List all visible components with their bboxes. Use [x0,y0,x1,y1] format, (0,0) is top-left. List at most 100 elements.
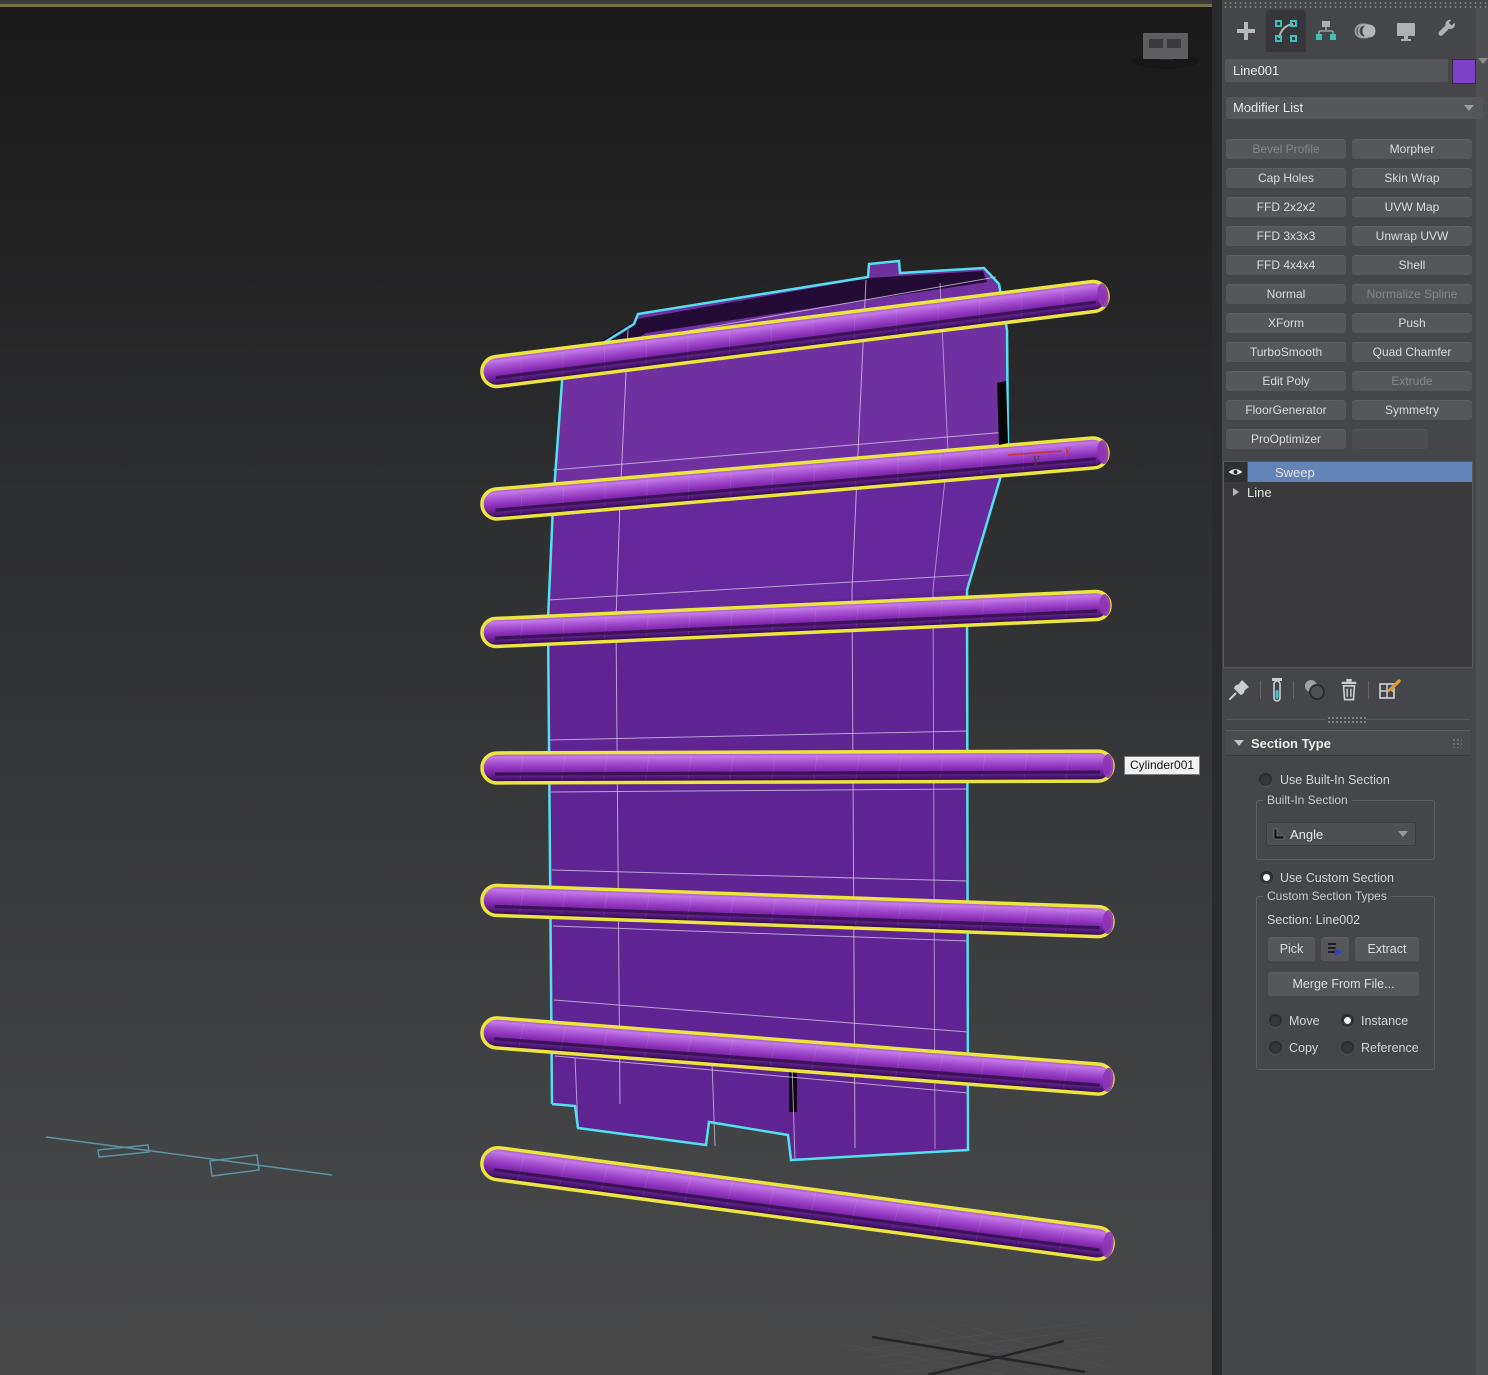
show-end-result-icon [1269,677,1285,703]
radio-instance-label: Instance [1361,1014,1408,1028]
motion-icon [1353,19,1379,43]
modifier-list-label: Modifier List [1233,100,1303,115]
modifier-button-morpher[interactable]: Morpher [1352,139,1472,159]
builtin-section-group-label: Built-In Section [1263,793,1352,807]
toolbar-separator [1293,681,1294,699]
tab-motion[interactable] [1346,10,1386,52]
modifier-button-push[interactable]: Push [1352,313,1472,333]
cylinder-rail-4[interactable] [482,751,1114,783]
toolbar-separator [1368,681,1369,699]
tab-modify[interactable] [1266,10,1306,52]
pick-shape-list-button[interactable] [1321,937,1349,961]
rollout-section-type-header[interactable]: Section Type [1226,730,1470,756]
modifier-button-xform[interactable]: XForm [1226,313,1346,333]
modifier-button-normalize-spline[interactable]: Normalize Spline [1352,284,1472,304]
object-color-swatch[interactable] [1452,59,1476,84]
panel-scroll-arrow-icon[interactable] [1478,58,1488,64]
modifier-button-shell[interactable]: Shell [1352,255,1472,275]
modifier-button-quad-chamfer[interactable]: Quad Chamfer [1352,342,1472,362]
modifier-button-ffd-3x3x3[interactable]: FFD 3x3x3 [1226,226,1346,246]
modifier-button-bevel-profile[interactable]: Bevel Profile [1226,139,1346,159]
merge-from-file-button[interactable]: Merge From File... [1268,972,1419,996]
utilities-wrench-icon [1434,19,1458,43]
floor-grid [843,1322,1110,1375]
tab-utilities[interactable] [1426,10,1466,52]
hierarchy-icon [1314,19,1338,43]
modify-icon [1274,19,1298,43]
viewport-canvas[interactable]: X Y [0,0,1212,1375]
modifier-button-edit-poly[interactable]: Edit Poly [1226,371,1346,391]
stack-item-line[interactable]: Line [1224,482,1472,502]
viewport[interactable]: X Y Cylinder001 [0,0,1212,1375]
modifier-button-unwrap-uvw[interactable]: Unwrap UVW [1352,226,1472,246]
modifier-button-symmetry[interactable]: Symmetry [1352,400,1472,420]
modifier-button-cap-holes[interactable]: Cap Holes [1226,168,1346,188]
modifier-button-extrude[interactable]: Extrude [1352,371,1472,391]
pin-stack-icon [1228,677,1252,703]
stack-item-label: Line [1239,485,1272,500]
angle-profile-icon [1272,827,1286,841]
radio-copy[interactable] [1269,1041,1282,1054]
modifier-button-floorgenerator[interactable]: FloorGenerator [1226,400,1346,420]
make-unique-button[interactable] [1302,677,1328,703]
show-end-result-button[interactable] [1269,677,1285,703]
scene-prop-monitor[interactable] [1133,33,1199,69]
pin-stack-button[interactable] [1228,677,1252,703]
radio-use-custom-section[interactable] [1260,871,1273,884]
modifier-button-uvw-map[interactable]: UVW Map [1352,197,1472,217]
toolbar-separator [1260,681,1261,699]
rollout-drag-separator[interactable] [1226,714,1470,724]
active-viewport-border [0,4,1212,7]
chevron-down-icon [1398,831,1408,837]
tab-display[interactable] [1386,10,1426,52]
modifier-button-ffd-4x4x4[interactable]: FFD 4x4x4 [1226,255,1346,275]
radio-use-custom-label: Use Custom Section [1280,871,1394,885]
custom-section-group-label: Custom Section Types [1263,889,1391,903]
configure-modifier-sets-button[interactable] [1377,677,1403,703]
create-plus-icon [1234,19,1258,43]
builtin-section-group: Built-In Section Angle [1256,800,1435,860]
builtin-section-dropdown[interactable]: Angle [1266,822,1416,846]
panel-grip-handle[interactable] [1222,0,1488,8]
tab-hierarchy[interactable] [1306,10,1346,52]
visibility-toggle[interactable] [1224,462,1248,482]
radio-use-builtin-section[interactable] [1259,773,1272,786]
stack-toolbar [1228,674,1403,706]
axis-x-label: X [1062,444,1072,459]
selected-object-sheet[interactable] [546,261,1008,1160]
stack-item-sweep[interactable]: Sweep [1224,462,1472,482]
modifier-button-skin-wrap[interactable]: Skin Wrap [1352,168,1472,188]
radio-move-label: Move [1289,1014,1320,1028]
radio-reference[interactable] [1341,1041,1354,1054]
modifier-stack: Sweep Line [1223,461,1473,668]
modifier-button-prooptimizer[interactable]: ProOptimizer [1226,429,1346,449]
radio-instance[interactable] [1341,1014,1354,1027]
tab-create[interactable] [1226,10,1266,52]
modifier-button-ffd-2x2x2[interactable]: FFD 2x2x2 [1226,197,1346,217]
configure-modifier-sets-icon [1377,677,1403,703]
spline-shapes[interactable] [46,1137,332,1176]
section-source-label: Section: Line002 [1267,913,1360,927]
make-unique-icon [1302,677,1328,703]
rollout-title: Section Type [1251,736,1331,751]
stack-item-label: Sweep [1248,465,1315,480]
panel-divider[interactable] [1212,0,1222,1375]
modifier-button-turbosmooth[interactable]: TurboSmooth [1226,342,1346,362]
command-panel: Line001 Modifier List Bevel Profile Morph… [1222,0,1488,1375]
radio-copy-label: Copy [1289,1041,1318,1055]
object-name-input[interactable]: Line001 [1225,59,1448,82]
panel-scrollbar[interactable] [1476,8,1488,1375]
modifier-list-dropdown[interactable]: Modifier List [1226,97,1483,119]
3ds-max-window: X Y Cylinder001 [0,0,1488,1375]
chevron-down-icon [1464,105,1474,111]
remove-modifier-button[interactable] [1338,677,1360,703]
extract-button[interactable]: Extract [1355,937,1419,961]
radio-move[interactable] [1269,1014,1282,1027]
rollout-grid-icon [1452,738,1462,748]
modifier-button-normal[interactable]: Normal [1226,284,1346,304]
pick-button[interactable]: Pick [1268,937,1315,961]
radio-reference-label: Reference [1361,1041,1419,1055]
modifier-button-empty [1352,429,1428,449]
cylinder-rail-7[interactable] [480,1146,1116,1262]
display-icon [1394,19,1418,43]
